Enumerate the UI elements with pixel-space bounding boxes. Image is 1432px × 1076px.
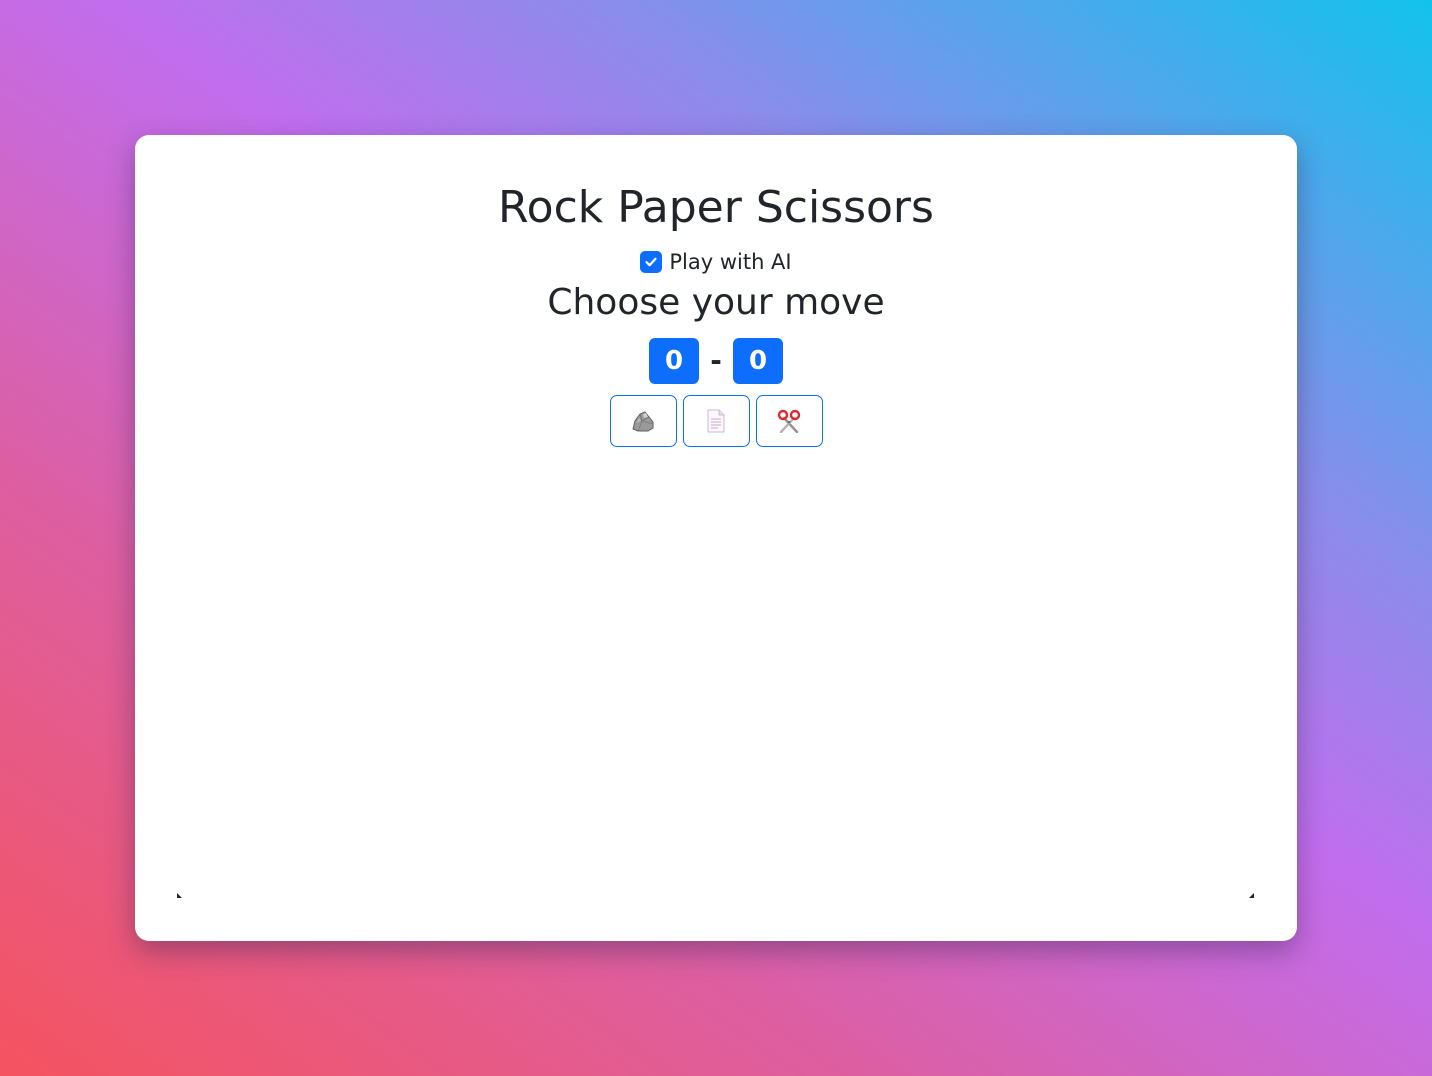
paper-button[interactable]: [682, 395, 750, 447]
ai-toggle[interactable]: Play with AI: [0, 249, 1432, 275]
corner-mark-right: [1249, 893, 1254, 898]
ai-toggle-label[interactable]: Play with AI: [669, 249, 791, 275]
move-buttons: [0, 395, 1432, 447]
ai-checkbox[interactable]: [640, 251, 663, 273]
player-score: 0: [649, 338, 699, 384]
scoreboard: 0 - 0: [0, 338, 1432, 384]
score-separator: -: [710, 344, 722, 377]
opponent-score: 0: [733, 338, 783, 384]
scissors-button[interactable]: [755, 395, 823, 447]
scissors-icon: [777, 409, 801, 433]
rock-icon: [632, 411, 654, 432]
move-prompt: Choose your move: [547, 282, 885, 323]
paper-icon: [707, 409, 725, 433]
checkmark-icon: [645, 257, 657, 267]
corner-mark-left: [177, 893, 182, 898]
rock-button[interactable]: [609, 395, 677, 447]
page-title: Rock Paper Scissors: [498, 182, 934, 233]
